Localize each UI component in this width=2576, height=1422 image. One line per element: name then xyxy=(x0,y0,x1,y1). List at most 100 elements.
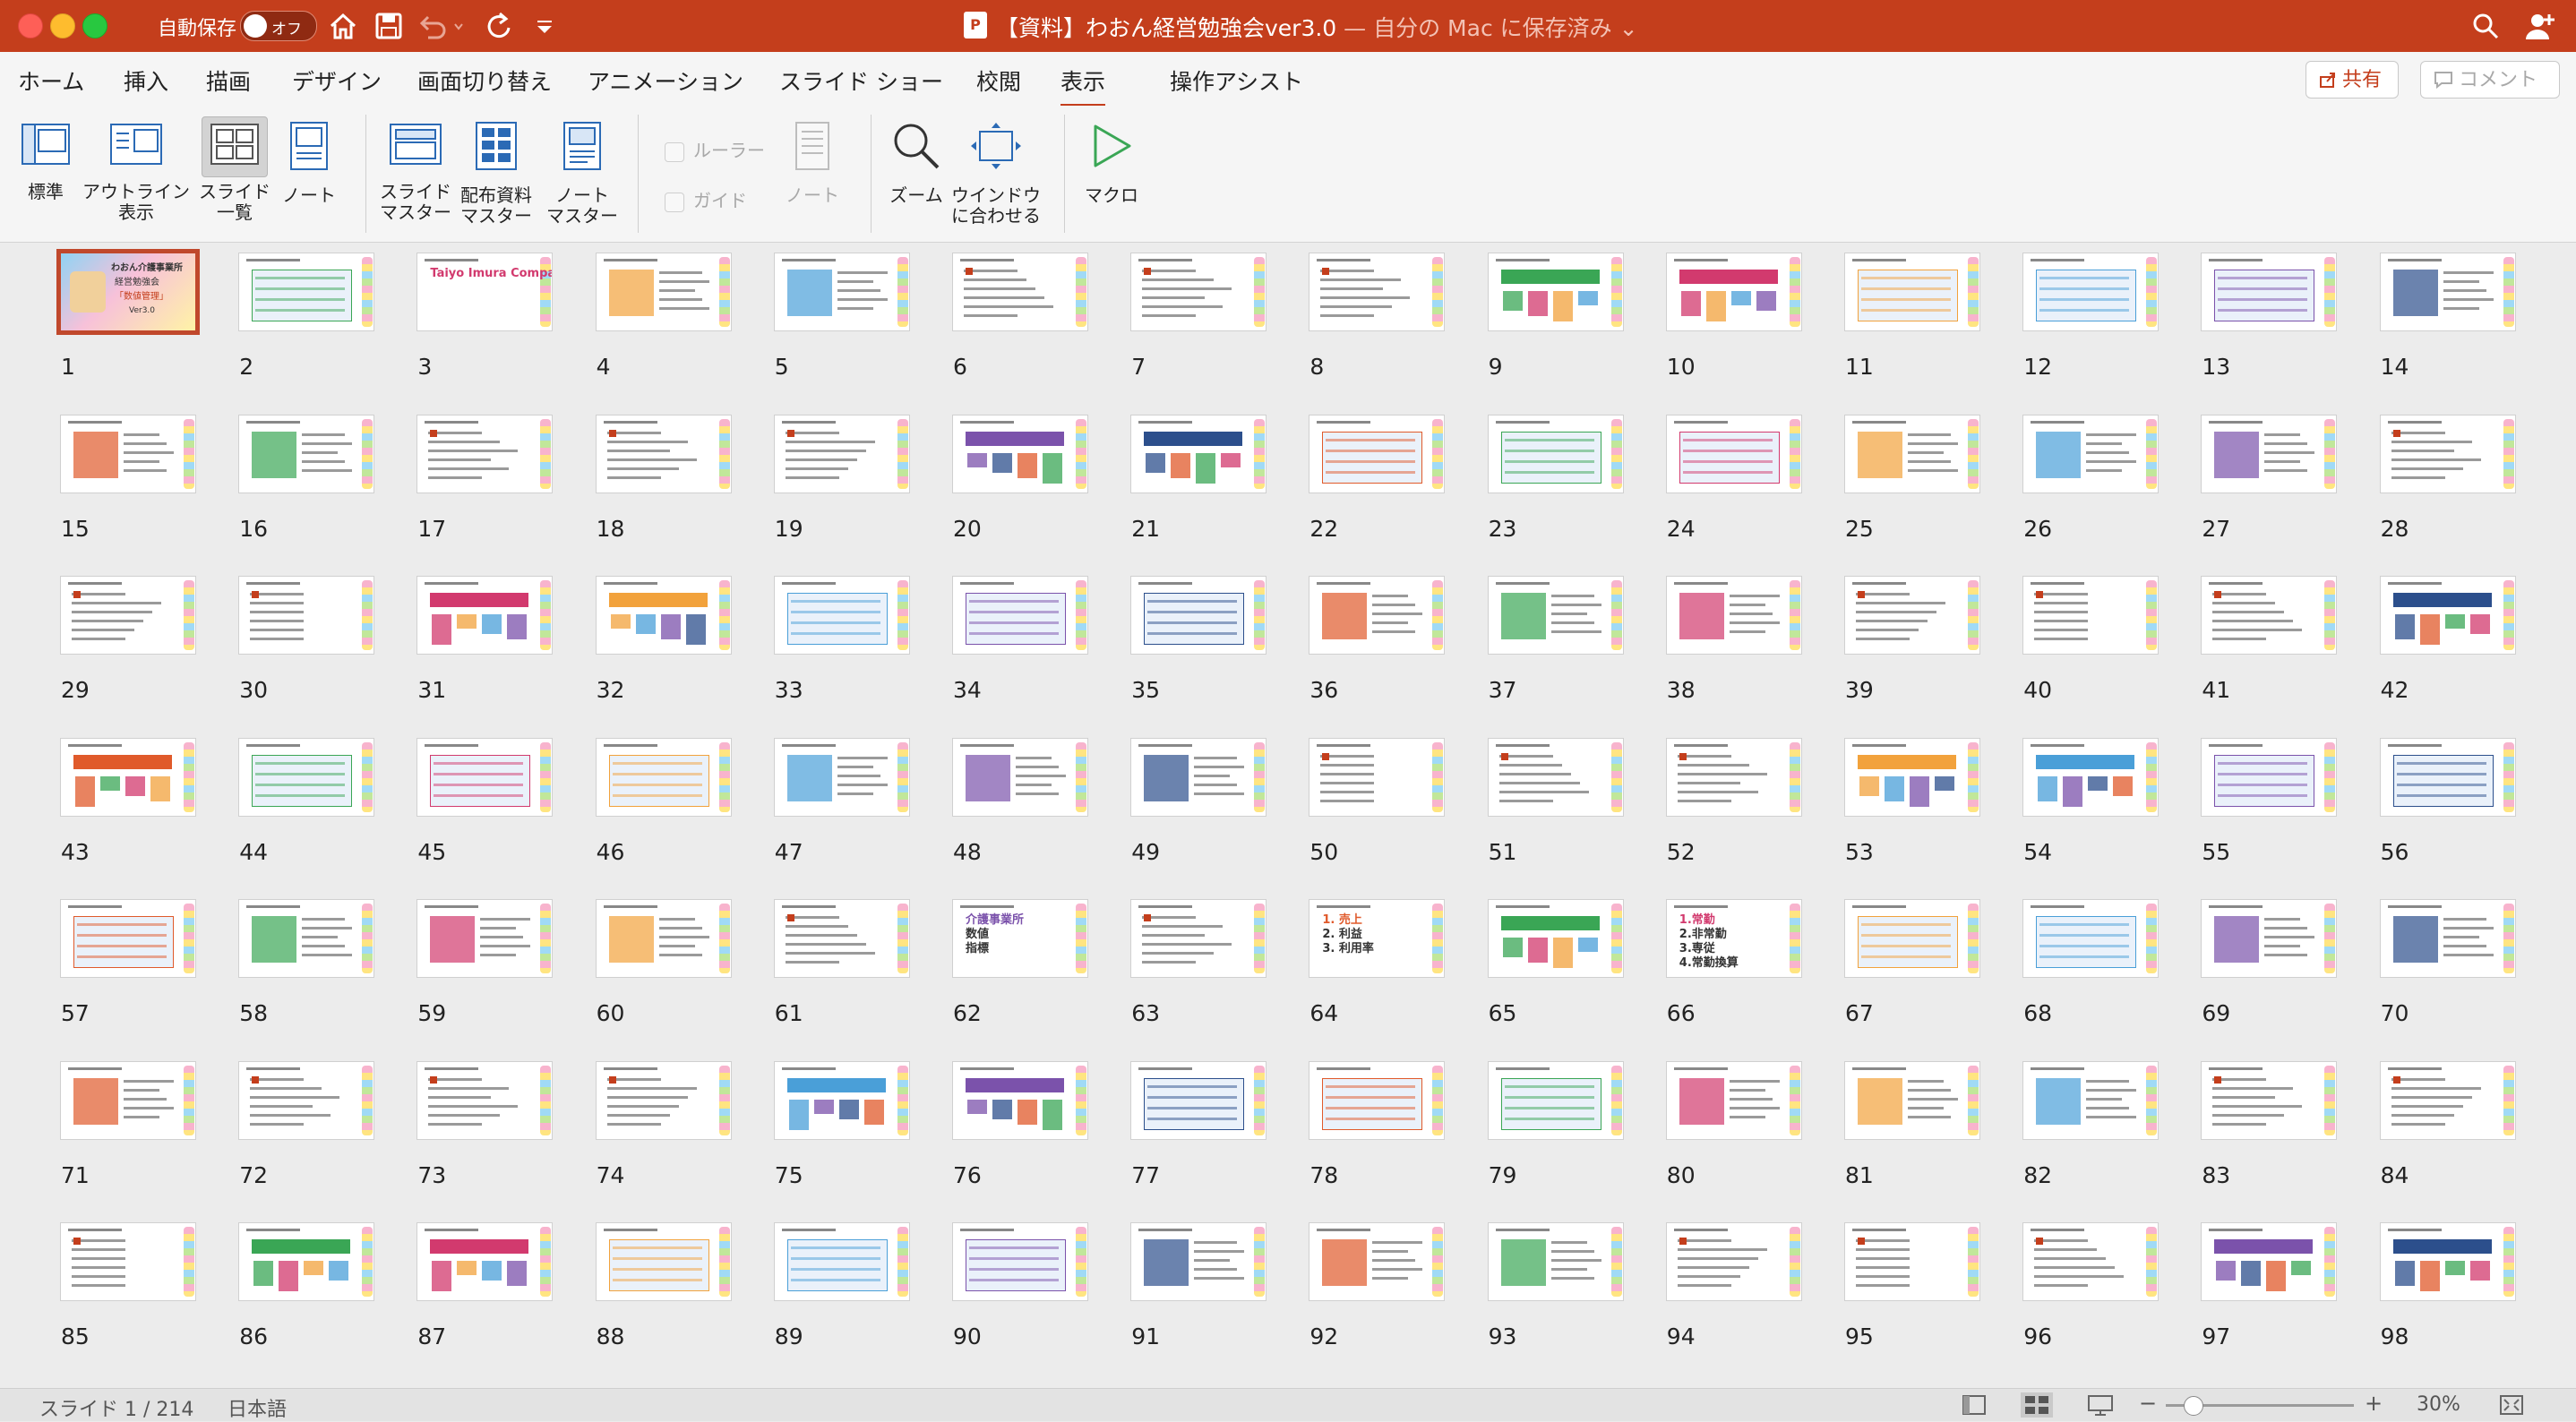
notes-toggle-button[interactable]: ノート xyxy=(785,116,840,206)
slide-thumbnail[interactable] xyxy=(953,577,1087,654)
zoom-window-button[interactable] xyxy=(82,13,107,39)
guides-checkbox[interactable]: ガイド xyxy=(665,186,747,212)
slide-thumbnail[interactable] xyxy=(1488,1061,1623,1139)
outline-view-button[interactable]: アウトライン 表示 xyxy=(82,116,190,223)
slide-thumbnail[interactable] xyxy=(1309,738,1445,816)
zoom-level[interactable]: 30% xyxy=(2417,1393,2460,1416)
slide-thumbnail[interactable] xyxy=(2380,1223,2515,1300)
slide-thumbnail[interactable] xyxy=(953,253,1087,330)
slide-thumbnail[interactable] xyxy=(1488,577,1623,654)
slide-thumbnail[interactable] xyxy=(1845,577,1979,654)
slide-thumbnail[interactable] xyxy=(2202,415,2337,493)
fit-to-window-button[interactable]: ウインドウ に合わせる xyxy=(951,116,1041,227)
notes-page-button[interactable]: ノート xyxy=(279,116,339,206)
slide-thumbnail[interactable] xyxy=(1666,738,1801,816)
save-icon[interactable] xyxy=(374,11,403,41)
slide-thumbnail[interactable] xyxy=(417,738,553,816)
slide-thumbnail[interactable] xyxy=(596,1223,731,1300)
slide-thumbnail[interactable] xyxy=(1309,253,1445,330)
save-location[interactable]: — 自分の Mac に保存済み ⌄ xyxy=(1336,15,1637,41)
slide-thumbnail[interactable] xyxy=(2202,253,2337,330)
slide-thumbnail[interactable] xyxy=(61,1223,195,1300)
slide-thumbnail[interactable] xyxy=(2023,900,2159,977)
fit-slide-status-icon[interactable] xyxy=(2499,1394,2524,1416)
slide-thumbnail[interactable] xyxy=(2023,415,2159,493)
slide-thumbnail[interactable] xyxy=(1666,1223,1801,1300)
slide-thumbnail[interactable] xyxy=(1488,415,1623,493)
share-button[interactable]: 共有 xyxy=(2306,61,2399,99)
slide-thumbnail[interactable] xyxy=(2023,577,2159,654)
handout-master-button[interactable]: 配布資料 マスター xyxy=(460,116,532,227)
tab-slideshow[interactable]: スライド ショー xyxy=(779,64,943,97)
language-indicator[interactable]: 日本語 xyxy=(228,1393,287,1422)
slide-thumbnail[interactable] xyxy=(239,253,374,330)
autosave-toggle[interactable]: オフ xyxy=(240,11,317,41)
slide-thumbnail[interactable] xyxy=(774,738,909,816)
slide-thumbnail[interactable] xyxy=(953,1061,1087,1139)
slide-thumbnail[interactable] xyxy=(239,1223,374,1300)
slide-thumbnail[interactable] xyxy=(774,1223,909,1300)
slide-thumbnail[interactable] xyxy=(1845,253,1979,330)
slide-thumbnail[interactable]: 1. 売上 2. 利益 3. 利用率 xyxy=(1309,900,1445,977)
slide-thumbnail[interactable] xyxy=(1131,900,1267,977)
slide-thumbnail[interactable] xyxy=(1845,415,1979,493)
zoom-out-button[interactable]: − xyxy=(2139,1391,2157,1416)
slide-thumbnail[interactable] xyxy=(2202,1223,2337,1300)
sorter-view-status-icon[interactable] xyxy=(2021,1392,2053,1418)
slide-thumbnail[interactable] xyxy=(2202,738,2337,816)
slide-thumbnail[interactable] xyxy=(596,738,731,816)
slide-thumbnail[interactable] xyxy=(596,253,731,330)
slide-thumbnail[interactable] xyxy=(239,738,374,816)
slide-thumbnail[interactable] xyxy=(1845,1223,1979,1300)
slide-thumbnail[interactable] xyxy=(1488,900,1623,977)
slide-thumbnail[interactable] xyxy=(239,415,374,493)
slide-thumbnail[interactable] xyxy=(2380,738,2515,816)
slide-thumbnail[interactable] xyxy=(2202,900,2337,977)
tab-draw[interactable]: 描画 xyxy=(206,64,251,97)
slide-thumbnail[interactable] xyxy=(2023,253,2159,330)
normal-view-status-icon[interactable] xyxy=(1962,1394,1987,1416)
slide-thumbnail[interactable] xyxy=(1845,738,1979,816)
slide-thumbnail[interactable] xyxy=(1131,415,1267,493)
slide-thumbnail[interactable] xyxy=(1309,577,1445,654)
slide-thumbnail[interactable] xyxy=(2380,1061,2515,1139)
slide-thumbnail[interactable] xyxy=(774,900,909,977)
slide-thumbnail[interactable] xyxy=(2202,577,2337,654)
comments-button[interactable]: コメント xyxy=(2420,61,2560,99)
slide-thumbnail[interactable] xyxy=(953,415,1087,493)
slide-thumbnail[interactable] xyxy=(774,415,909,493)
slide-sorter-pane[interactable]: わおん介護事業所 経営勉強会 「数値管理」 Ver3.0 1 2 Taiyo Imura C… xyxy=(0,243,2576,1388)
close-window-button[interactable] xyxy=(18,13,43,39)
customize-toolbar-icon[interactable] xyxy=(534,11,555,41)
slide-thumbnail[interactable] xyxy=(1488,738,1623,816)
minimize-window-button[interactable] xyxy=(50,13,75,39)
tab-tell-me[interactable]: 操作アシスト xyxy=(1170,64,1303,97)
slide-thumbnail[interactable] xyxy=(1131,1061,1267,1139)
slide-thumbnail[interactable] xyxy=(1309,1223,1445,1300)
slide-thumbnail[interactable] xyxy=(2380,577,2515,654)
tab-animations[interactable]: アニメーション xyxy=(588,64,743,97)
tab-review[interactable]: 校閲 xyxy=(976,64,1021,97)
slide-thumbnail[interactable] xyxy=(1845,1061,1979,1139)
slide-thumbnail[interactable] xyxy=(1666,1061,1801,1139)
undo-icon[interactable] xyxy=(417,11,466,41)
home-icon[interactable] xyxy=(328,11,358,41)
slide-thumbnail[interactable] xyxy=(2380,900,2515,977)
slide-thumbnail[interactable] xyxy=(239,1061,374,1139)
slide-thumbnail[interactable] xyxy=(1131,577,1267,654)
redo-icon[interactable] xyxy=(484,11,514,41)
slide-thumbnail[interactable] xyxy=(1666,253,1801,330)
slide-thumbnail[interactable]: 介護事業所 数値 指標 xyxy=(953,900,1087,977)
zoom-button[interactable]: ズーム xyxy=(881,116,951,206)
slide-thumbnail[interactable] xyxy=(417,1061,553,1139)
slide-thumbnail[interactable] xyxy=(1666,577,1801,654)
slide-thumbnail[interactable] xyxy=(2023,738,2159,816)
slide-thumbnail[interactable] xyxy=(1131,1223,1267,1300)
slide-thumbnail[interactable] xyxy=(417,577,553,654)
slide-thumbnail[interactable] xyxy=(417,1223,553,1300)
slide-thumbnail[interactable] xyxy=(1488,253,1623,330)
slide-thumbnail[interactable] xyxy=(61,415,195,493)
slide-thumbnail[interactable] xyxy=(2023,1223,2159,1300)
tab-design[interactable]: デザイン xyxy=(292,64,382,97)
slide-thumbnail[interactable] xyxy=(596,900,731,977)
